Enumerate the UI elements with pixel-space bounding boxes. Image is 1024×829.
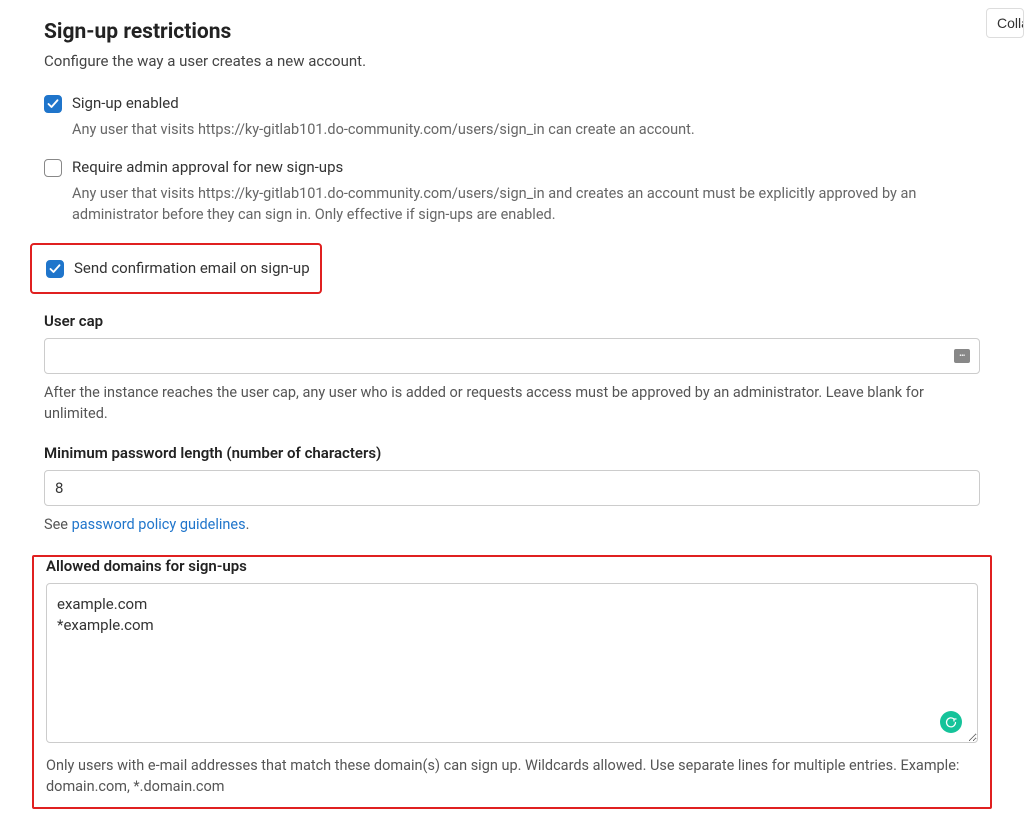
user-cap-label: User cap <box>44 312 980 330</box>
admin-approval-checkbox[interactable] <box>44 159 62 177</box>
user-cap-field: User cap After the instance reaches the … <box>44 312 980 424</box>
allowed-domains-textarea[interactable] <box>46 583 978 743</box>
admin-approval-label: Require admin approval for new sign-ups <box>72 158 343 176</box>
signup-enabled-checkbox[interactable] <box>44 95 62 113</box>
allowed-domains-help: Only users with e-mail addresses that ma… <box>46 755 978 797</box>
allowed-domains-label: Allowed domains for sign-ups <box>46 557 978 575</box>
highlight-red-allowed-domains: Allowed domains for sign-ups Only users … <box>32 555 992 809</box>
min-password-length-input[interactable] <box>44 470 980 506</box>
grammarly-icon[interactable] <box>940 711 962 733</box>
confirmation-email-checkbox[interactable] <box>46 260 64 278</box>
min-password-length-label: Minimum password length (number of chara… <box>44 444 980 462</box>
checkbox-group-signup-enabled: Sign-up enabled Any user that visits htt… <box>44 94 980 140</box>
confirmation-email-label: Send confirmation email on sign-up <box>74 259 310 277</box>
highlight-red-confirmation: Send confirmation email on sign-up <box>30 243 322 294</box>
signup-enabled-label: Sign-up enabled <box>72 94 179 112</box>
checkbox-group-admin-approval: Require admin approval for new sign-ups … <box>44 158 980 225</box>
collapse-button[interactable]: Collapse <box>986 8 1024 38</box>
checkmark-icon <box>47 98 59 110</box>
help-suffix: . <box>246 516 250 533</box>
more-icon[interactable] <box>954 349 970 363</box>
user-cap-help: After the instance reaches the user cap,… <box>44 382 980 424</box>
user-cap-input[interactable] <box>44 338 980 374</box>
section-title: Sign-up restrictions <box>44 20 980 44</box>
min-password-length-field: Minimum password length (number of chara… <box>44 444 980 535</box>
help-prefix: See <box>44 516 72 533</box>
checkmark-icon <box>49 263 61 275</box>
signup-enabled-help: Any user that visits https://ky-gitlab10… <box>44 119 980 140</box>
min-password-length-help: See password policy guidelines. <box>44 514 980 535</box>
password-policy-link[interactable]: password policy guidelines <box>72 516 246 533</box>
admin-approval-help: Any user that visits https://ky-gitlab10… <box>44 183 980 225</box>
section-subtitle: Configure the way a user creates a new a… <box>44 52 980 70</box>
